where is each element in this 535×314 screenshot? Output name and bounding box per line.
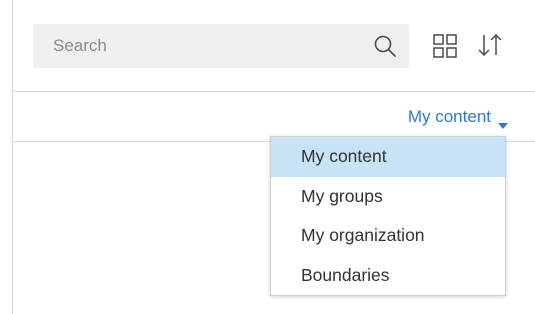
- menu-item-my-groups[interactable]: My groups: [271, 177, 505, 217]
- menu-item-boundaries[interactable]: Boundaries: [271, 256, 505, 296]
- content-browser: My content My content My groups My organ…: [0, 0, 535, 314]
- content-filter-dropdown[interactable]: My content: [408, 105, 508, 129]
- search-input[interactable]: [33, 24, 363, 68]
- search-icon[interactable]: [373, 34, 397, 58]
- content-filter-menu: My content My groups My organization Bou…: [270, 136, 506, 296]
- menu-item-my-content[interactable]: My content: [271, 137, 505, 177]
- sort-icon[interactable]: [476, 31, 504, 59]
- menu-item-my-organization[interactable]: My organization: [271, 216, 505, 256]
- search-box[interactable]: [33, 24, 409, 68]
- caret-down-icon: [498, 114, 508, 129]
- header-divider: [12, 91, 535, 92]
- content-filter-label: My content: [407, 107, 491, 126]
- grid-view-icon[interactable]: [432, 33, 458, 59]
- left-border: [12, 0, 13, 314]
